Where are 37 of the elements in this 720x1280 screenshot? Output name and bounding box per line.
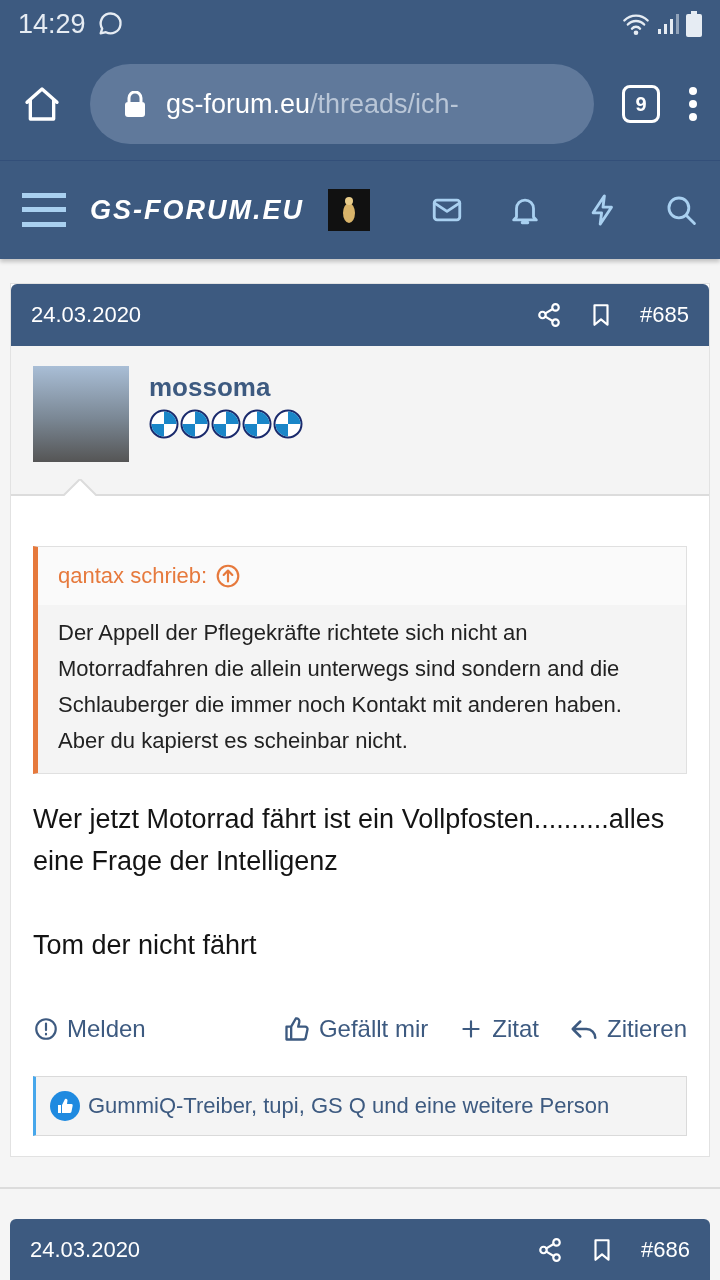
roundel-icon: [273, 409, 303, 439]
roundel-icon: [180, 409, 210, 439]
post-date[interactable]: 24.03.2020: [30, 1237, 141, 1263]
tab-count-button[interactable]: 9: [622, 85, 660, 123]
photo-placeholder[interactable]: [33, 366, 129, 462]
roundel-icon: [211, 409, 241, 439]
share-icon: [536, 302, 563, 328]
post-number[interactable]: #686: [641, 1237, 690, 1263]
clock: 14:29: [18, 8, 86, 40]
avatar-thumbnail[interactable]: [328, 189, 370, 231]
reaction-names[interactable]: GummiQ-Treiber, tupi, GS Q und eine weitere Person: [88, 1093, 610, 1119]
quote-text: Der Appell der Pflegekräfte richtete sich nicht an Motorradfahren die allein unterwegs sind sondern and die Schlauberger die immer noch Kontakt mit anderen haben. Aber du kapierst es scheinbar nicht.: [57, 619, 623, 755]
menu-icon[interactable]: [22, 193, 66, 227]
more-menu-icon[interactable]: [688, 86, 698, 122]
username[interactable]: mossoma: [149, 372, 303, 403]
up-arrow-circle-icon: [215, 563, 242, 589]
post-text: Tom der nicht fährt: [33, 929, 258, 962]
figure-icon: [341, 195, 357, 225]
multiquote-button[interactable]: Zitat: [458, 1015, 539, 1043]
thumbs-up-icon: [282, 1015, 311, 1043]
signal-icon: [656, 12, 680, 36]
roundel-icon: [242, 409, 272, 439]
post-text: Wer jetzt Motorrad fährt ist ein Vollpfosten..........alles eine Frage der Intelligenz: [33, 803, 666, 878]
reply-button[interactable]: Zitieren: [568, 1014, 687, 1044]
like-badge-icon: [50, 1091, 80, 1121]
lock-icon: [124, 91, 146, 117]
home-icon: [22, 84, 62, 124]
site-logo[interactable]: GS-FORUM.EU: [90, 194, 304, 226]
battery-icon: [686, 11, 702, 37]
address-bar[interactable]: gs-forum.eu/threads/ich-: [90, 64, 594, 144]
like-button[interactable]: Gefällt mir: [282, 1015, 429, 1043]
post-date[interactable]: 24.03.2020: [31, 302, 142, 328]
roundel-icon: [149, 409, 179, 439]
exclamation-circle-icon: [33, 1016, 59, 1042]
share-icon: [537, 1237, 564, 1263]
post-number[interactable]: #685: [640, 302, 689, 328]
report-button[interactable]: Melden: [33, 1015, 146, 1043]
